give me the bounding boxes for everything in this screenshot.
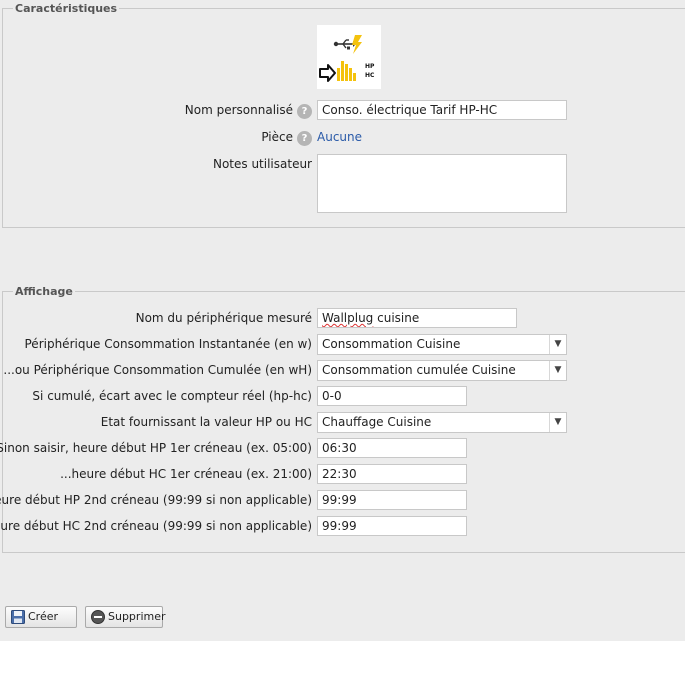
caracteristiques-legend: Caractéristiques: [15, 2, 118, 15]
minus-circle-icon: [91, 610, 105, 624]
create-button-label: Créer: [28, 610, 59, 623]
ecart-compteur-input[interactable]: 0-0: [317, 386, 467, 406]
value-part: cuisine: [373, 311, 420, 325]
field-label: Si cumulé, écart avec le compteur réel (…: [32, 389, 312, 403]
hc-1er-creneau-input[interactable]: 22:30: [317, 464, 467, 484]
selected-value: Chauffage Cuisine: [322, 415, 432, 429]
etat-hp-hc-select[interactable]: Chauffage Cuisine ▼: [317, 412, 567, 433]
nom-personnalise-label: Nom personnalisé: [184, 103, 293, 117]
affichage-legend: Affichage: [15, 285, 73, 298]
field-label: Etat fournissant la valeur HP ou HC: [100, 415, 312, 429]
help-icon[interactable]: ?: [297, 131, 312, 146]
piece-link[interactable]: Aucune: [317, 130, 362, 144]
chevron-down-icon: ▼: [549, 335, 566, 354]
nom-personnalise-input[interactable]: Conso. électrique Tarif HP-HC: [317, 100, 567, 120]
notes-utilisateur-textarea[interactable]: [317, 154, 567, 213]
field-label: ...heure début HP 2nd créneau (99:99 si …: [0, 493, 312, 507]
delete-button[interactable]: Supprimer: [85, 606, 166, 628]
create-button[interactable]: Créer: [5, 606, 77, 628]
selected-value: Consommation cumulée Cuisine: [322, 363, 516, 377]
chevron-down-icon: ▼: [549, 413, 566, 432]
consommation-instantanee-select[interactable]: Consommation Cuisine ▼: [317, 334, 567, 355]
delete-button-label: Supprimer: [108, 610, 166, 623]
selected-value: Consommation Cuisine: [322, 337, 461, 351]
value-part: Wallplug: [322, 311, 374, 325]
icon-hp-text: HP: [365, 63, 375, 70]
hp-2nd-creneau-input[interactable]: 99:99: [317, 490, 467, 510]
piece-label: Pièce: [261, 130, 293, 144]
help-icon[interactable]: ?: [297, 104, 312, 119]
chevron-down-icon: ▼: [549, 361, 566, 380]
save-disk-icon: [11, 610, 25, 624]
usb-bolt-bars-icon: [319, 35, 362, 82]
field-label: ...heure début HC 1er créneau (ex. 21:00…: [60, 467, 312, 481]
device-type-icon: HP HC: [317, 25, 381, 89]
field-label: Sinon saisir, heure début HP 1er créneau…: [0, 441, 312, 455]
field-label: ...ou Périphérique Consommation Cumulée …: [3, 363, 312, 377]
field-label: ...heure début HC 2nd créneau (99:99 si …: [0, 519, 312, 533]
consommation-cumulee-select[interactable]: Consommation cumulée Cuisine ▼: [317, 360, 567, 381]
notes-utilisateur-label: Notes utilisateur: [212, 157, 312, 171]
hp-1er-creneau-input[interactable]: 06:30: [317, 438, 467, 458]
nom-peripherique-input[interactable]: Wallplug cuisine: [317, 308, 517, 328]
hc-2nd-creneau-input[interactable]: 99:99: [317, 516, 467, 536]
field-label: Périphérique Consommation Instantanée (e…: [24, 337, 313, 351]
icon-hc-text: HC: [365, 72, 375, 79]
field-label: Nom du périphérique mesuré: [135, 311, 312, 325]
